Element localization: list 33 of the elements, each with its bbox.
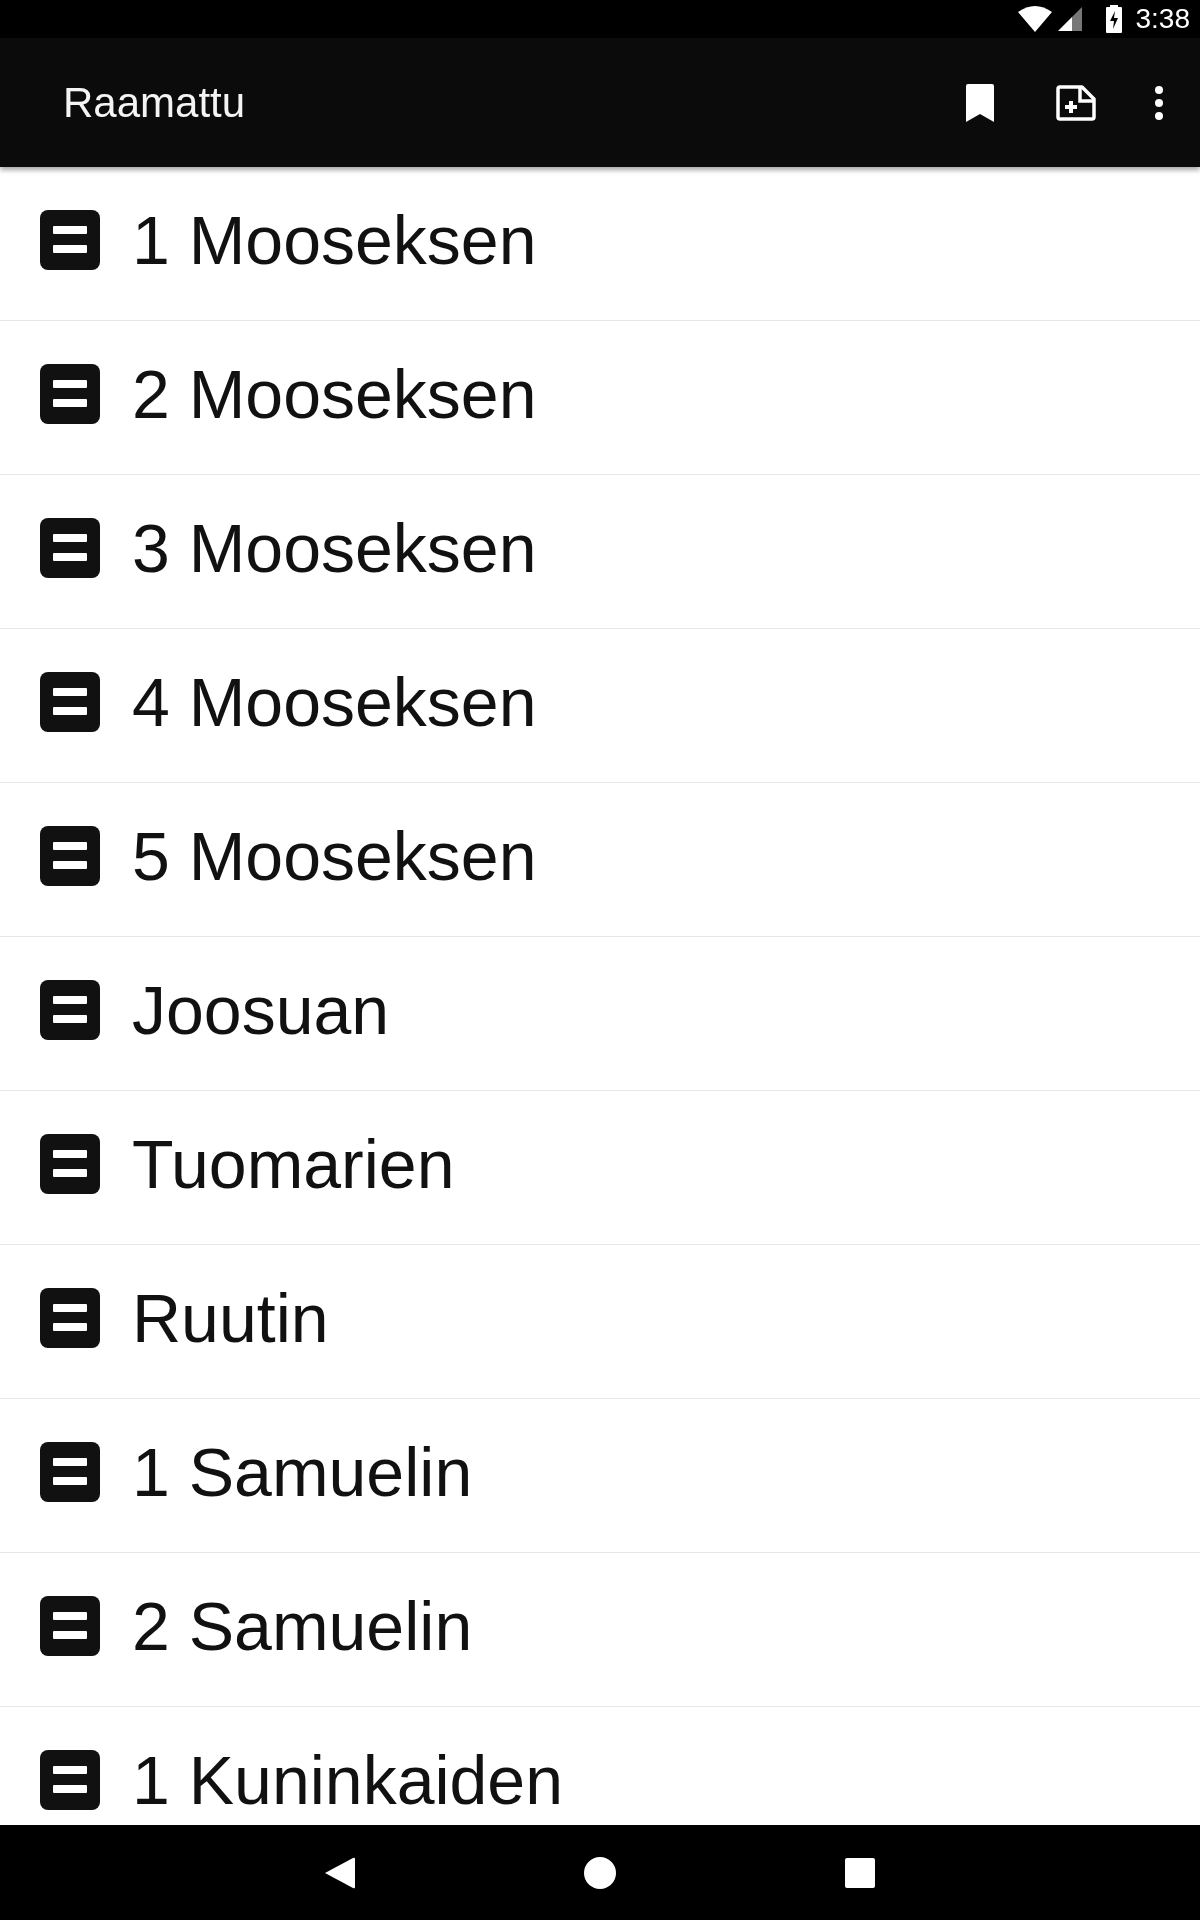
list-lines-icon: [40, 209, 100, 270]
book-title: 4 Mooseksen: [132, 662, 537, 741]
document-plus-icon: [1056, 84, 1096, 121]
app-title: Raamattu: [63, 78, 247, 127]
wifi-icon: [1017, 6, 1052, 32]
list-lines-icon: [40, 1287, 100, 1348]
list-lines-icon: [40, 1133, 100, 1194]
signal-icon: [1057, 7, 1082, 31]
bookmark-icon: [966, 83, 994, 122]
book-title: 3 Mooseksen: [132, 508, 537, 587]
book-title: Joosuan: [132, 970, 390, 1049]
book-title: 2 Mooseksen: [132, 354, 537, 433]
book-title: Ruutin: [132, 1278, 329, 1357]
list-lines-icon: [40, 825, 100, 886]
book-title: 1 Kuninkaiden: [132, 1740, 563, 1819]
book-title: 5 Mooseksen: [132, 816, 537, 895]
book-title: 2 Samuelin: [132, 1586, 473, 1665]
list-lines-icon: [40, 671, 100, 732]
book-title: Tuomarien: [132, 1124, 455, 1203]
list-lines-icon: [40, 1749, 100, 1810]
recents-icon: [845, 1857, 875, 1888]
list-lines-icon: [40, 1595, 100, 1656]
list-lines-icon: [40, 1441, 100, 1502]
battery-charging-icon: [1105, 5, 1122, 33]
book-title: 1 Mooseksen: [132, 200, 537, 279]
list-lines-icon: [40, 517, 100, 578]
home-icon: [584, 1856, 616, 1889]
back-icon: [325, 1856, 355, 1889]
list-lines-icon: [40, 979, 100, 1040]
more-icon: [1155, 85, 1163, 120]
list-lines-icon: [40, 363, 100, 424]
book-title: 1 Samuelin: [132, 1432, 473, 1511]
status-time: 3:38: [1135, 3, 1190, 35]
